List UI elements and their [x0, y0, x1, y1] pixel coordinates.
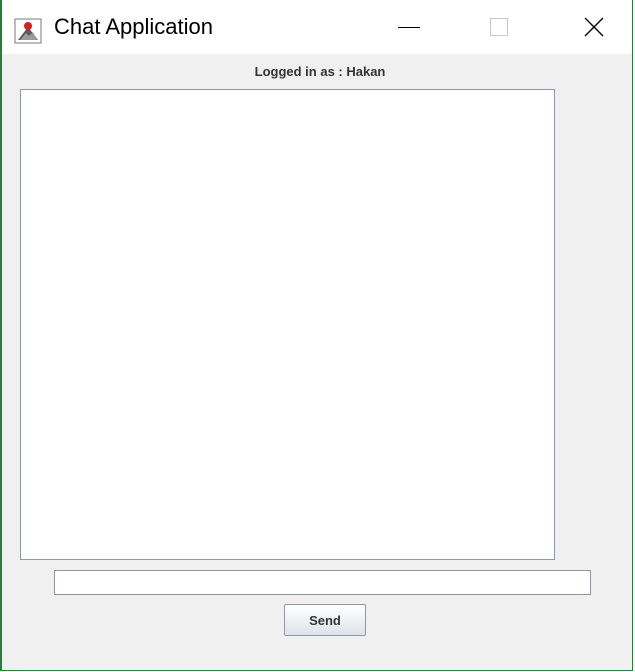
close-icon: [584, 17, 604, 37]
content-panel: Logged in as : Hakan Send: [2, 54, 632, 670]
maximize-button[interactable]: [462, 0, 536, 54]
app-window: Chat Application Logged in as : Hakan Se…: [0, 0, 633, 671]
chat-history-area[interactable]: [20, 89, 555, 560]
send-button[interactable]: Send: [284, 604, 366, 636]
minimize-button[interactable]: [372, 0, 446, 54]
message-input[interactable]: [54, 570, 591, 595]
window-title: Chat Application: [54, 14, 213, 39]
close-button[interactable]: [557, 0, 631, 54]
minimize-icon: [398, 26, 420, 28]
maximize-icon: [490, 18, 508, 36]
java-cup-icon: [14, 18, 42, 44]
title-bar[interactable]: Chat Application: [2, 0, 632, 54]
logged-in-label: Logged in as : Hakan: [254, 64, 386, 79]
